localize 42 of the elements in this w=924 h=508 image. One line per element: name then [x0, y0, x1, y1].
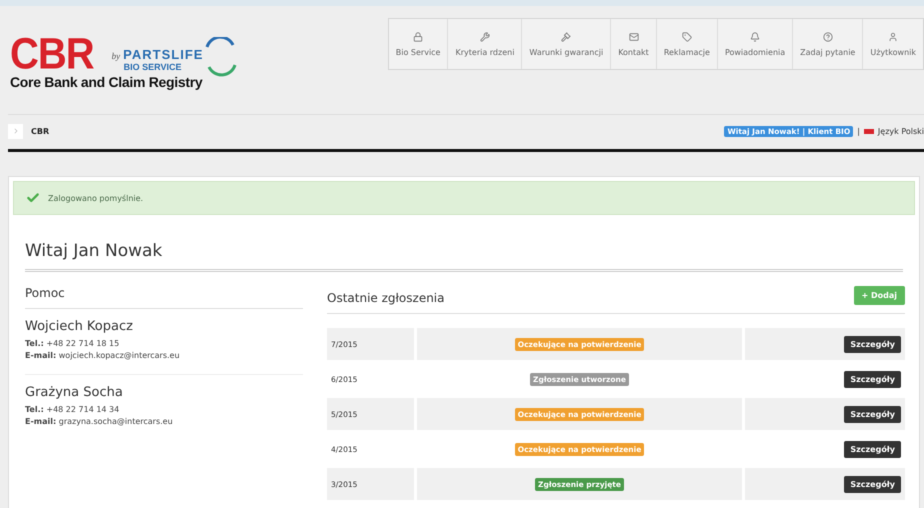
nav-icon — [480, 32, 490, 42]
page-heading: Witaj Jan Nowak — [25, 241, 903, 272]
nav-icon — [750, 32, 760, 42]
contact-email: E-mail: wojciech.kopacz@intercars.eu — [25, 350, 181, 362]
nav-item[interactable]: Warunki gwarancji — [522, 19, 612, 69]
nav-icon — [682, 32, 692, 42]
nav-icon — [628, 32, 638, 42]
claims-title: Ostatnie zgłoszenia — [327, 291, 444, 305]
nav-item[interactable]: Bio Service — [388, 19, 448, 69]
flag-icon — [864, 128, 874, 134]
check-icon — [26, 191, 40, 205]
details-button[interactable]: Szczegóły — [844, 336, 901, 352]
details-button[interactable]: Szczegóły — [844, 440, 901, 458]
contact-name: Grażyna Socha — [25, 385, 124, 400]
logo-sub-brand: BIO SERVICE — [124, 62, 183, 72]
logo-title: CBR — [10, 34, 94, 74]
language-link[interactable]: Język Polski — [878, 126, 924, 136]
nav-icon — [413, 32, 424, 42]
logo-subtitle: Core Bank and Claim Registry — [10, 74, 204, 90]
help-title: Pomoc — [25, 286, 303, 309]
nav-icon — [888, 32, 898, 42]
breadcrumb[interactable]: CBR — [31, 126, 50, 136]
nav-item[interactable]: Powiadomienia — [718, 19, 794, 69]
swoosh-icon — [203, 37, 238, 77]
nav-item[interactable]: Zadaj pytanie — [793, 19, 864, 69]
alert-text: Zalogowano pomyślnie. — [48, 194, 144, 202]
details-button[interactable]: Szczegóły — [844, 370, 901, 388]
nav-icon — [822, 32, 833, 42]
separator: | — [857, 126, 860, 136]
nav-item[interactable]: Kryteria rdzeni — [448, 19, 522, 69]
contact-name: Wojciech Kopacz — [25, 319, 134, 334]
nav-item[interactable]: Użytkownik — [863, 19, 923, 69]
details-button[interactable]: Szczegóły — [844, 406, 901, 422]
details-button[interactable]: Szczegóły — [844, 476, 901, 492]
nav-item[interactable]: Kontakt — [611, 19, 657, 69]
nav-item[interactable]: Reklamacje — [656, 19, 718, 69]
logo-by: by — [112, 51, 120, 61]
nav-icon — [561, 32, 572, 42]
contact-phone: Tel.: +48 22 714 14 34 — [25, 404, 120, 416]
logo-brand: PARTSLIFE — [123, 47, 204, 62]
contact-phone: Tel.: +48 22 714 18 15 — [25, 338, 120, 350]
contact-email: E-mail: grazyna.socha@intercars.eu — [25, 416, 174, 428]
